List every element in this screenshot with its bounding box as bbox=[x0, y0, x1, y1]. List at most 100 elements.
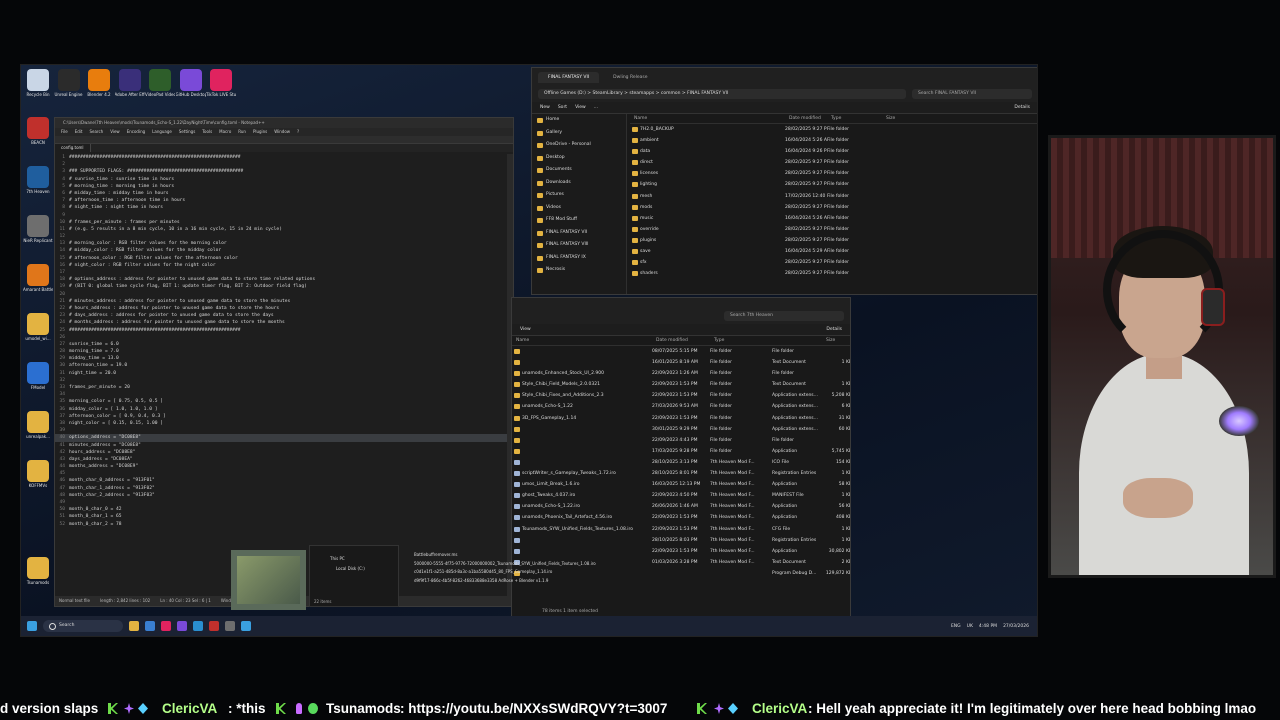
file-row[interactable]: 17/03/2025 9:28 PM File folder Application… bbox=[512, 446, 850, 457]
clock-time[interactable]: 4:48 PM bbox=[979, 624, 997, 629]
column-header[interactable]: Size bbox=[882, 114, 922, 123]
file-row[interactable]: 28/10/2025 3:13 PM 7th Heaven Mod F... ICO… bbox=[512, 457, 850, 468]
explorer-window-ff7[interactable]: FINAL FANTASY VII Dwling Release Offline… bbox=[531, 67, 1037, 295]
desktop-icon[interactable]: 7th Heaven bbox=[23, 166, 53, 194]
view-button[interactable]: View bbox=[520, 327, 531, 332]
menu-item[interactable]: ? bbox=[297, 128, 299, 136]
taskbar-app-icon[interactable] bbox=[225, 621, 235, 631]
file-row[interactable]: unamods_Echo-S_1.22.iro 26/06/2026 1:46 A… bbox=[512, 501, 850, 512]
menu-item[interactable]: File bbox=[61, 128, 68, 136]
download-item[interactable]: d9f9f17-866c-4b5f-8262-46833688e3358 AdR… bbox=[406, 577, 686, 586]
column-header[interactable]: Size bbox=[822, 336, 850, 345]
desktop-icon[interactable]: VideoPad Video Editor bbox=[145, 69, 175, 97]
file-row[interactable]: mesh17/02/2026 12:40 PMFile folder bbox=[630, 191, 1037, 202]
column-header[interactable]: Date modified bbox=[785, 114, 827, 123]
file-row[interactable]: 7H2.0_BACKUP 28/02/2025 9:27 PM File folde… bbox=[630, 124, 1037, 135]
nav-item[interactable]: Documents bbox=[532, 164, 626, 177]
taskbar-app-icon[interactable] bbox=[209, 621, 219, 631]
nav-item[interactable]: FF8 Mod Stuff bbox=[532, 214, 626, 227]
menu-item[interactable]: Language bbox=[152, 128, 172, 136]
details-button[interactable]: Details bbox=[1014, 105, 1030, 110]
start-icon[interactable] bbox=[27, 621, 37, 631]
tab-final-fantasy-vii[interactable]: FINAL FANTASY VII bbox=[538, 71, 600, 83]
nav-item[interactable]: Home bbox=[532, 114, 626, 127]
taskbar-app-icon[interactable] bbox=[145, 621, 155, 631]
notepad-window[interactable]: C:\Users\Dwane\7th Heaven\mods\Tsunamods… bbox=[54, 117, 514, 607]
taskbar-app-icon[interactable] bbox=[177, 621, 187, 631]
file-row[interactable]: unamods_Enhanced_Stock_UI_2.900 22/09/202… bbox=[512, 368, 850, 379]
menu-item[interactable]: Edit bbox=[75, 128, 83, 136]
search-input[interactable]: Search FINAL FANTASY VII bbox=[912, 89, 1032, 99]
nav-item[interactable]: FINAL FANTASY VIII bbox=[532, 239, 626, 252]
desktop-icon[interactable]: GitHub Desktop bbox=[176, 69, 206, 97]
file-row[interactable]: save 16/04/2024 5:29 AM File folder bbox=[630, 246, 1037, 257]
file-row[interactable]: lighting 28/02/2025 9:27 PM File folder bbox=[630, 179, 1037, 190]
nav-item[interactable]: OneDrive - Personal bbox=[532, 139, 626, 152]
menu-item[interactable]: Encoding bbox=[127, 128, 145, 136]
file-row[interactable]: sfx 28/02/2025 9:27 PM File folder bbox=[630, 257, 1037, 268]
file-row[interactable]: umos_Limit_Break_1.6.iro 16/03/2025 12:13… bbox=[512, 479, 850, 490]
breadcrumb[interactable]: Offline Games (D:) > SteamLibrary > stea… bbox=[538, 89, 906, 99]
file-row[interactable]: Style_Chibi_Fixes_and_Additions_2.3 22/09… bbox=[512, 390, 850, 401]
column-header[interactable]: Name bbox=[630, 114, 785, 123]
file-row[interactable]: plugins 28/02/2025 9:27 PM File folder bbox=[630, 235, 1037, 246]
menu-item[interactable]: Search bbox=[89, 128, 103, 136]
menu-item[interactable]: Plugins bbox=[253, 128, 267, 136]
command-button[interactable]: View bbox=[575, 105, 586, 110]
file-row[interactable]: unamods_Echo-S_1.22 27/03/2026 9:53 AM Fil… bbox=[512, 401, 850, 412]
download-item[interactable]: Battlebuffremover.ms bbox=[406, 551, 686, 560]
nav-item[interactable]: Necrosis bbox=[532, 264, 626, 277]
desktop-icon[interactable]: Adobe After Effects 2020 bbox=[115, 69, 145, 97]
file-row[interactable]: Tsunamods_SYW_Unified_Fields_Textures_1.… bbox=[512, 524, 850, 535]
menu-item[interactable]: Window bbox=[274, 128, 290, 136]
desktop-icon[interactable]: NieR Replicant bbox=[23, 215, 53, 243]
desktop-icon[interactable]: BEACN bbox=[23, 117, 53, 145]
editor-text-area[interactable]: 1 #######################################… bbox=[55, 154, 507, 596]
tree-item[interactable]: This PC bbox=[310, 554, 398, 564]
nav-item[interactable]: Pictures bbox=[532, 189, 626, 202]
file-row[interactable]: Style_Chibi_Field_Models_2.0.0321 22/09/2… bbox=[512, 379, 850, 390]
nav-item[interactable]: Desktop bbox=[532, 152, 626, 165]
column-header[interactable]: Date modified bbox=[652, 336, 710, 345]
taskbar-app-icon[interactable] bbox=[193, 621, 203, 631]
nav-item[interactable]: Downloads bbox=[532, 177, 626, 190]
clock-date[interactable]: 27/03/2026 bbox=[1003, 624, 1029, 629]
file-row[interactable]: shaders 28/02/2025 9:27 PM File folder bbox=[630, 268, 1037, 279]
file-row[interactable]: 16/01/2025 8:19 AM File folder Text Docume… bbox=[512, 357, 850, 368]
file-row[interactable]: direct 28/02/2025 9:27 PM File folder bbox=[630, 157, 1037, 168]
nav-item[interactable]: FINAL FANTASY VII bbox=[532, 227, 626, 240]
menu-item[interactable]: Run bbox=[238, 128, 246, 136]
taskbar-app-icon[interactable] bbox=[241, 621, 251, 631]
file-row[interactable]: 22/09/2023 4:43 PM File folder File folder bbox=[512, 435, 850, 446]
nav-item[interactable]: Gallery bbox=[532, 127, 626, 140]
file-row[interactable]: mods 28/02/2025 9:27 PM File folder bbox=[630, 202, 1037, 213]
file-row[interactable]: 28/10/2025 8:03 PM 7th Heaven Mod F... Reg… bbox=[512, 535, 850, 546]
file-row[interactable]: ambient 16/04/2024 5:26 AM File folder bbox=[630, 135, 1037, 146]
taskbar-app-icon[interactable] bbox=[129, 621, 139, 631]
taskbar-app-icon[interactable] bbox=[161, 621, 171, 631]
file-row[interactable]: override 28/02/2025 9:27 PM File folder bbox=[630, 224, 1037, 235]
desktop-icon[interactable]: Tsunamods bbox=[23, 557, 53, 585]
desktop-icon[interactable]: Recycle Bin bbox=[23, 69, 53, 97]
command-button[interactable]: Sort bbox=[558, 105, 567, 110]
taskbar-search[interactable]: Search bbox=[43, 620, 123, 632]
tab-dwling-release[interactable]: Dwling Release bbox=[603, 72, 657, 83]
desktop-icon[interactable]: umodel_wi... bbox=[23, 313, 53, 341]
command-button[interactable]: ... bbox=[594, 105, 598, 110]
desktop-icon[interactable]: Unreal Engine bbox=[54, 69, 84, 97]
file-row[interactable]: unamods_Phoenix_Tail_Artefact_4.56.iro 22… bbox=[512, 512, 850, 523]
file-row[interactable]: 30/01/2025 9:29 PM File folder Application… bbox=[512, 424, 850, 435]
nav-item[interactable]: FINAL FANTASY IX bbox=[532, 252, 626, 265]
file-row[interactable]: licenses 28/02/2025 9:27 PM File folder bbox=[630, 168, 1037, 179]
download-item[interactable]: c0d1e1f1-a251-485d-8a3c-a1ba5580d45_80_F… bbox=[406, 568, 686, 577]
tree-item[interactable]: Local Disk (C:) bbox=[310, 564, 398, 574]
column-header[interactable]: Name bbox=[512, 336, 652, 345]
menu-item[interactable]: Settings bbox=[179, 128, 195, 136]
desktop-icon[interactable]: Amarant Battle Edit bbox=[23, 264, 53, 292]
menu-item[interactable]: Macro bbox=[219, 128, 231, 136]
file-row[interactable]: data 16/04/2024 9:26 PM File folder bbox=[630, 146, 1037, 157]
file-row[interactable]: 08/07/2025 5:15 PM File folder File folder bbox=[512, 346, 850, 357]
file-row[interactable]: ghost_Tweaks_4.037.iro 22/09/2023 4:50 PM… bbox=[512, 490, 850, 501]
file-row[interactable]: 3D_FPS_Gameplay_1.14 22/09/2023 1:53 PM Fi… bbox=[512, 413, 850, 424]
column-header[interactable]: Type bbox=[710, 336, 822, 345]
